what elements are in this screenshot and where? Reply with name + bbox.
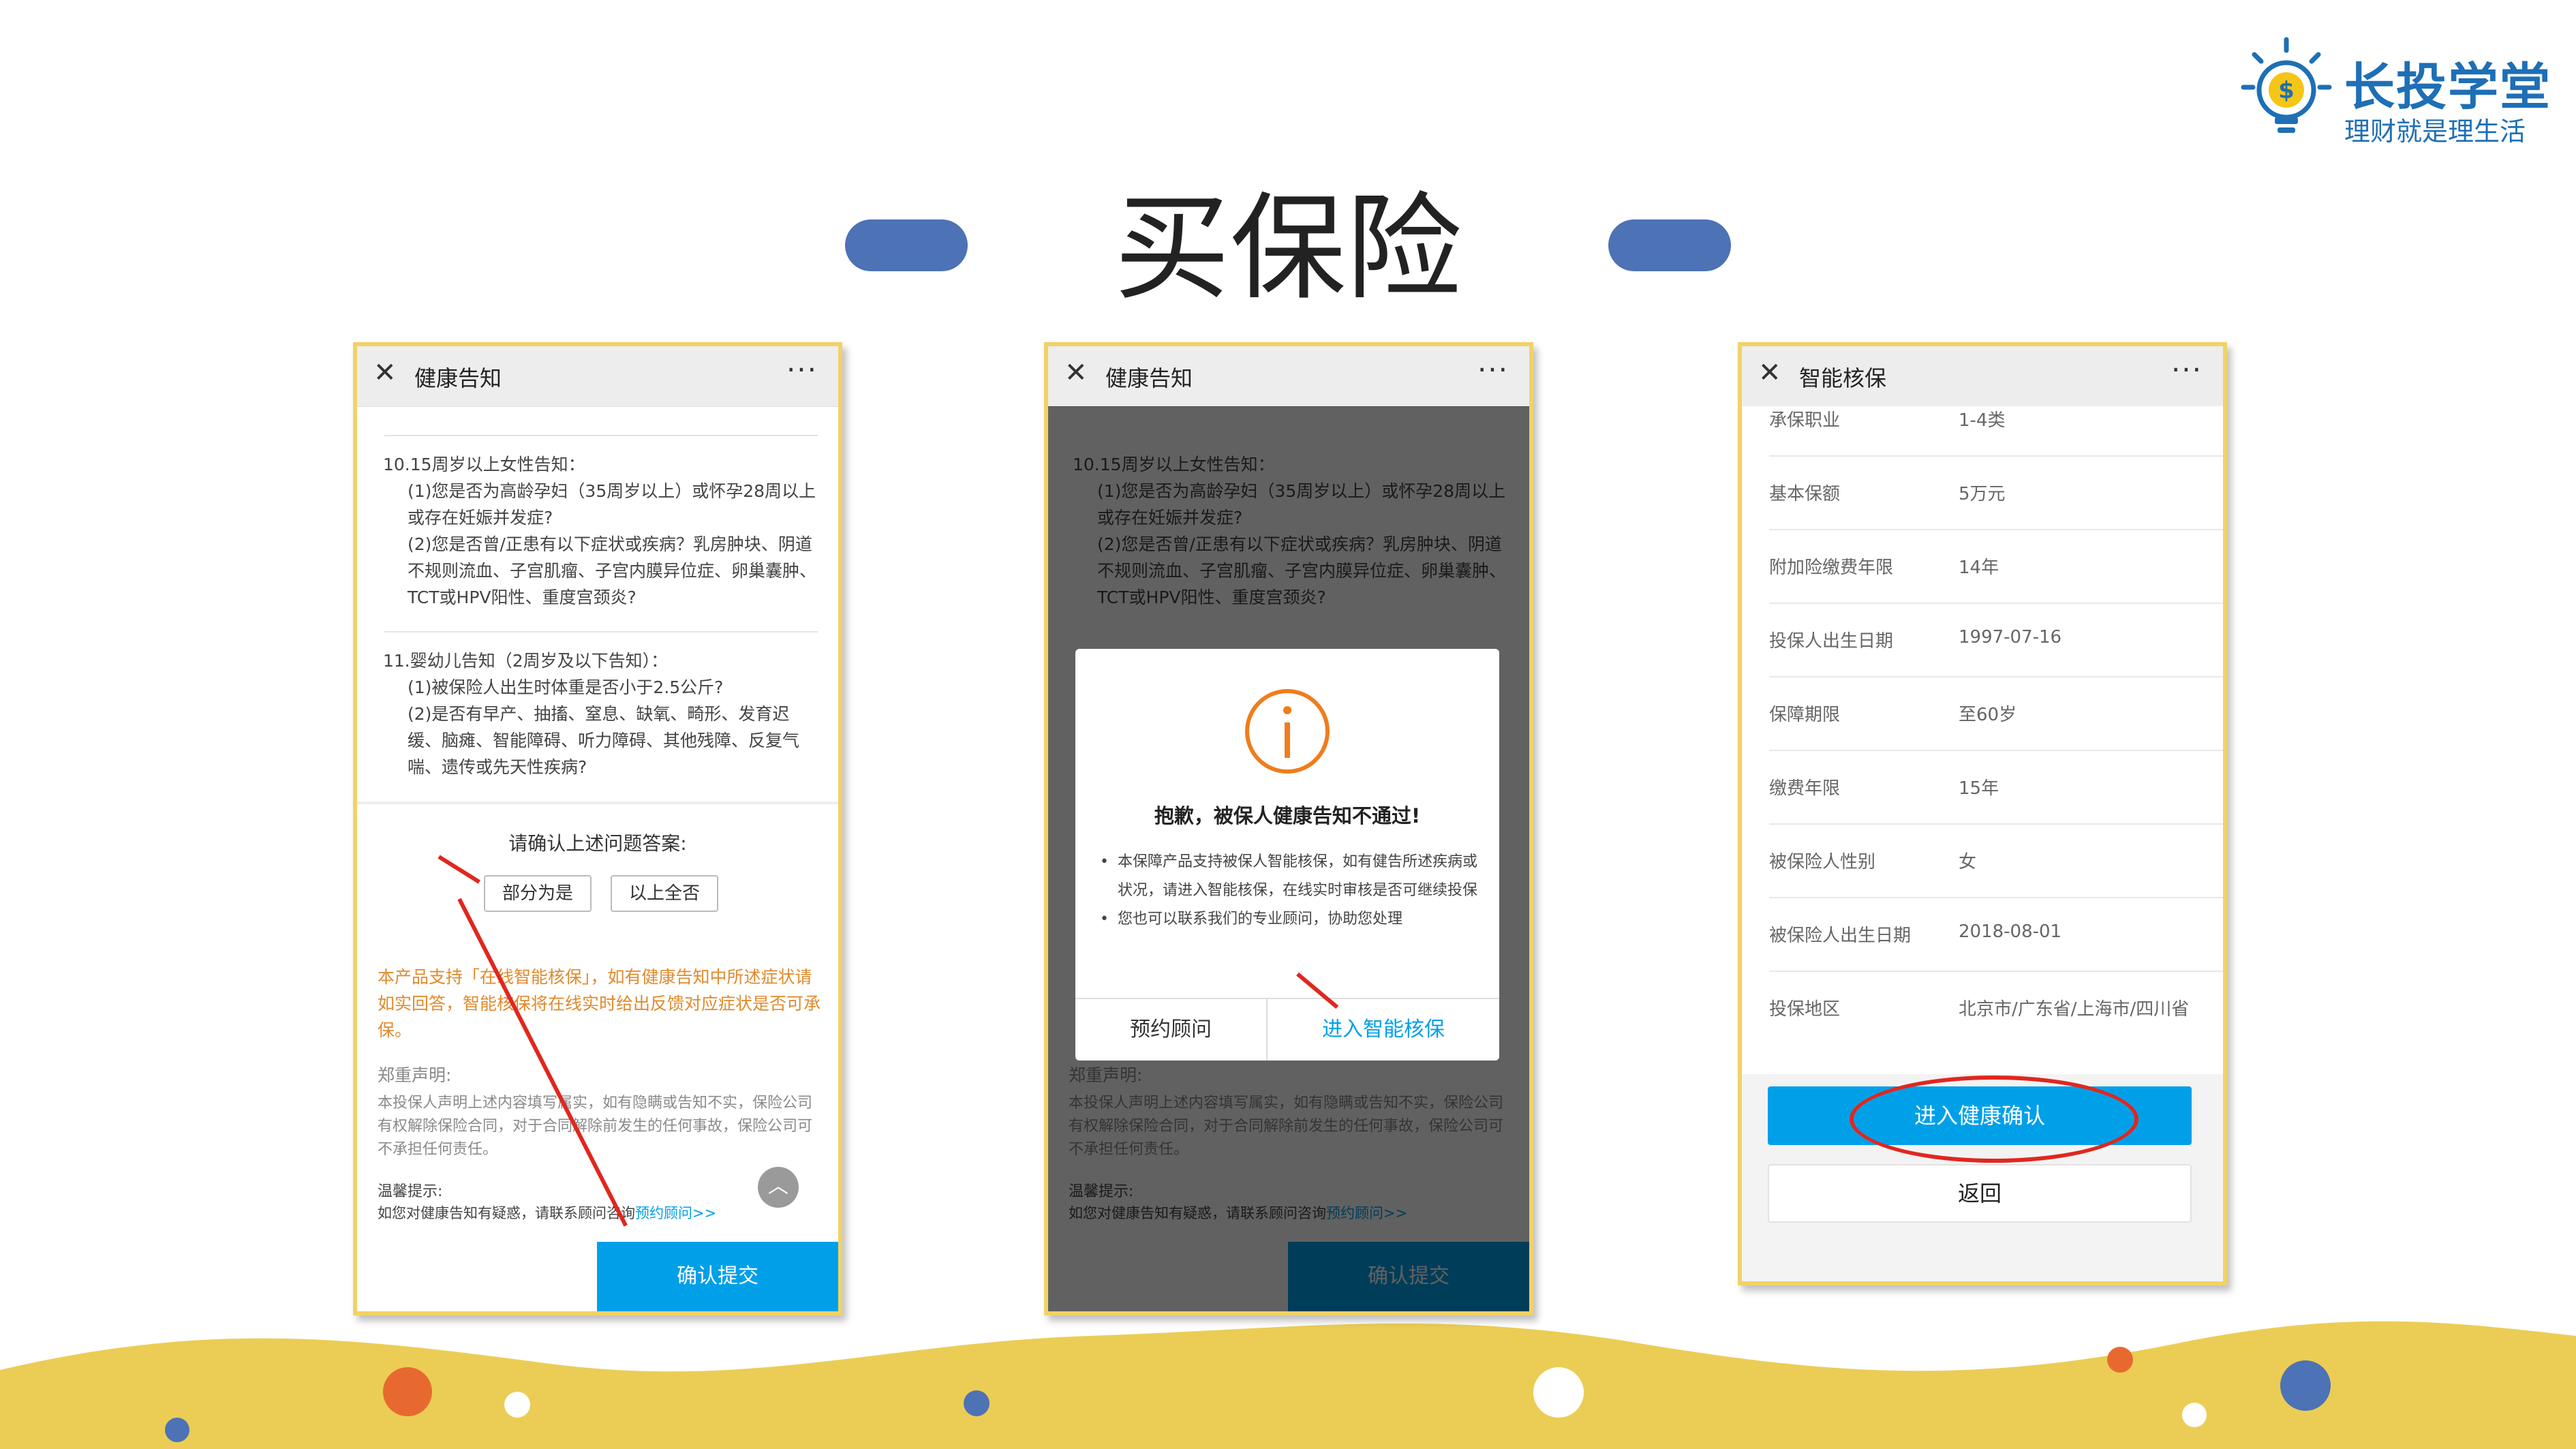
policy-row: 投保地区 北京市/广东省/上海市/四川省 [1769, 999, 2190, 1020]
highlight-ellipse-annotation [1850, 1076, 2138, 1163]
decor-dot-blue-large [2280, 1360, 2331, 1411]
policy-row: 被保险人性别女 [1742, 825, 2223, 898]
phone-screenshot-smart-underwriting: ✕ 智能核保 ··· 承保职业 1-4类 基本保额 5万元 附加险缴费年限 14年 投… [1738, 342, 2227, 1285]
decor-dot-blue [964, 1390, 990, 1416]
phone-screenshot-failed-dialog: ✕ 健康告知 ··· 10.15周岁以上女性告知： (1)您是否为高龄孕妇（35… [1044, 342, 1533, 1315]
title-pill-right [1608, 219, 1731, 271]
policy-row: 附加险缴费年限 14年 [1742, 530, 2223, 604]
phone-screenshot-health-notice: ✕ 健康告知 ··· 10.15周岁以上女性告知： (1)您是否为高龄孕妇（35… [353, 342, 842, 1315]
brand-name: 长投学堂 [2344, 58, 2551, 117]
decor-dot-white [504, 1392, 530, 1418]
brand-logo: $ 长投学堂 理财就是理生活 [2235, 34, 2551, 150]
decor-dot-white [2182, 1403, 2207, 1427]
decor-dot-blue [165, 1418, 189, 1442]
svg-text:$: $ [2278, 77, 2295, 104]
policy-row: 被保险人出生日期 2018-08-01 [1742, 898, 2223, 972]
back-button[interactable]: 返回 [1768, 1164, 2192, 1223]
policy-row: 投保人出生日期 1997-07-16 [1742, 604, 2223, 677]
arrow-annotation [357, 346, 838, 1311]
slide-title: 买保险 [1114, 181, 1462, 316]
decor-dot-orange [2107, 1347, 2133, 1373]
lightbulb-icon: $ [2241, 37, 2332, 133]
decor-dot-orange-large [383, 1367, 432, 1416]
title-pill-left [845, 219, 968, 271]
more-icon[interactable]: ··· [2171, 353, 2203, 386]
policy-row: 保障期限 至60岁 [1742, 677, 2223, 751]
close-icon[interactable]: ✕ [1758, 357, 1781, 388]
policy-row: 缴费年限 15年 [1742, 751, 2223, 825]
arrow-annotation [1048, 346, 1529, 1311]
policy-info-list: 承保职业 1-4类 基本保额 5万元 附加险缴费年限 14年 投保人出生日期 1997-… [1742, 406, 2223, 1074]
header-title: 智能核保 [1799, 365, 1887, 391]
app-header: ✕ 智能核保 ··· [1742, 346, 2223, 407]
brand-slogan: 理财就是理生活 [2344, 117, 2526, 147]
policy-row: 基本保额 5万元 [1742, 457, 2223, 530]
decor-dot-white-large [1533, 1367, 1584, 1418]
policy-row: 承保职业 1-4类 [1742, 406, 2223, 457]
